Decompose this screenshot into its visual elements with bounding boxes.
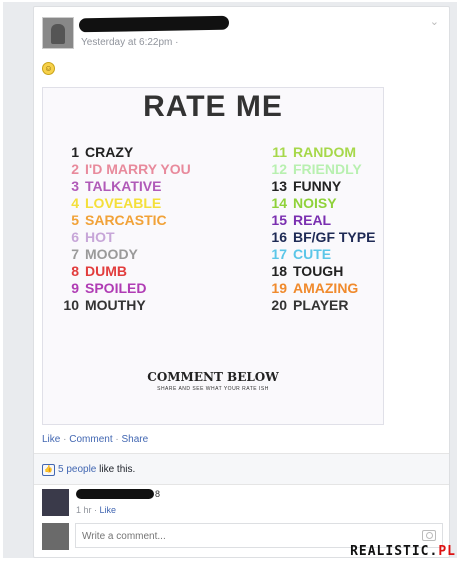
- comment-below-text: COMMENT BELOW: [147, 370, 279, 384]
- share-link[interactable]: Share: [122, 434, 149, 445]
- rating-number: 1: [71, 144, 79, 160]
- likes-suffix: like this.: [96, 464, 136, 475]
- post-card: Yesterday at 6:22pm · ⌄ ☺ RATE ME 1 CRAZY…: [33, 6, 450, 558]
- rating-label: NOISY: [293, 195, 337, 211]
- rating-number: 4: [71, 195, 79, 211]
- rating-item: 2 I'D MARRY YOU: [55, 161, 191, 178]
- watermark-main: REALISTIC.: [350, 544, 439, 559]
- rating-label: FUNNY: [293, 178, 342, 194]
- camera-icon[interactable]: [422, 530, 436, 541]
- likes-count-link[interactable]: 5 people: [58, 464, 96, 475]
- rating-number: 20: [271, 297, 287, 313]
- rating-label: SPOILED: [85, 280, 147, 296]
- rating-number: 14: [271, 195, 287, 211]
- rating-label: CUTE: [293, 246, 332, 262]
- post-timestamp[interactable]: Yesterday at 6:22pm ·: [81, 37, 178, 48]
- post-actions: Like · Comment · Share: [42, 434, 148, 445]
- rating-label: I'D MARRY YOU: [85, 161, 191, 177]
- rating-item: 11 RANDOM: [263, 144, 375, 161]
- rating-number: 19: [271, 280, 287, 296]
- rating-item: 15 REAL: [263, 212, 375, 229]
- smiley-emoji-icon: ☺: [42, 62, 55, 75]
- rating-item: 19 AMAZING: [263, 280, 375, 297]
- comment-like-link[interactable]: Like: [100, 505, 117, 515]
- rating-label: DUMB: [85, 263, 127, 279]
- rating-number: 3: [71, 178, 79, 194]
- rating-number: 17: [271, 246, 287, 262]
- rating-number: 5: [71, 212, 79, 228]
- watermark-tld: PL: [438, 544, 456, 559]
- rating-item: 4 LOVEABLE: [55, 195, 191, 212]
- rating-item: 16 BF/GF TYPE: [263, 229, 375, 246]
- rating-item: 5 SARCASTIC: [55, 212, 191, 229]
- redacted-poster-name: [78, 15, 230, 33]
- rating-number: 12: [271, 161, 287, 177]
- comment-below-subtext: SHARE AND SEE WHAT YOUR RATE ISH: [157, 386, 269, 392]
- rating-label: BF/GF TYPE: [293, 229, 376, 245]
- comment-link[interactable]: Comment: [69, 434, 112, 445]
- comment-age: 1 hr ·: [76, 505, 100, 515]
- comment-text: 8: [155, 489, 161, 499]
- rating-label: SARCASTIC: [85, 212, 167, 228]
- commenter-avatar[interactable]: [42, 489, 69, 516]
- post-image[interactable]: RATE ME 1 CRAZY 2 I'D MARRY YOU 3 TALKATIVE 4 L…: [42, 87, 384, 425]
- rating-list-left: 1 CRAZY 2 I'D MARRY YOU 3 TALKATIVE 4 LOVEABLE 5…: [55, 144, 191, 314]
- rating-number: 11: [272, 144, 287, 160]
- rating-item: 12 FRIENDLY: [263, 161, 375, 178]
- rating-number: 10: [63, 297, 79, 313]
- rating-label: PLAYER: [293, 297, 349, 313]
- rating-item: 6 HOT: [55, 229, 191, 246]
- rating-item: 20 PLAYER: [263, 297, 375, 314]
- separator: ·: [60, 434, 70, 445]
- rating-label: FRIENDLY: [293, 161, 362, 177]
- rating-number: 15: [271, 212, 287, 228]
- rating-item: 10 MOUTHY: [55, 297, 191, 314]
- rating-list-right: 11 RANDOM 12 FRIENDLY 13 FUNNY 14 NOISY 15 REAL 16…: [263, 144, 375, 314]
- rating-item: 3 TALKATIVE: [55, 178, 191, 195]
- rating-number: 18: [271, 263, 287, 279]
- chevron-down-icon[interactable]: ⌄: [430, 15, 439, 28]
- rating-label: CRAZY: [85, 144, 134, 160]
- rating-label: MOODY: [85, 246, 138, 262]
- watermark: REALISTIC.PL: [350, 544, 456, 559]
- rating-number: 13: [271, 178, 287, 194]
- rating-number: 2: [71, 161, 79, 177]
- rating-number: 16: [271, 229, 287, 245]
- rating-number: 7: [71, 246, 79, 262]
- poster-avatar[interactable]: [42, 17, 74, 49]
- rating-number: 8: [71, 263, 79, 279]
- rating-label: TOUGH: [293, 263, 344, 279]
- rating-item: 14 NOISY: [263, 195, 375, 212]
- feed-background: Yesterday at 6:22pm · ⌄ ☺ RATE ME 1 CRAZY…: [3, 2, 457, 558]
- rating-number: 9: [71, 280, 79, 296]
- rating-item: 8 DUMB: [55, 263, 191, 280]
- rating-label: AMAZING: [293, 280, 359, 296]
- rating-item: 18 TOUGH: [263, 263, 375, 280]
- rating-label: HOT: [85, 229, 115, 245]
- likes-summary: 5 people like this.: [58, 464, 135, 475]
- rating-item: 7 MOODY: [55, 246, 191, 263]
- rating-label: REAL: [293, 212, 332, 228]
- rating-item: 1 CRAZY: [55, 144, 191, 161]
- rating-item: 9 SPOILED: [55, 280, 191, 297]
- likes-bar: 👍 5 people like this.: [34, 453, 449, 485]
- image-title: RATE ME: [143, 90, 283, 123]
- rating-item: 13 FUNNY: [263, 178, 375, 195]
- rating-label: MOUTHY: [85, 297, 146, 313]
- rating-label: RANDOM: [293, 144, 356, 160]
- like-link[interactable]: Like: [42, 434, 60, 445]
- rating-label: LOVEABLE: [85, 195, 162, 211]
- current-user-avatar: [42, 523, 69, 550]
- rating-item: 17 CUTE: [263, 246, 375, 263]
- comment-meta: 1 hr · Like: [76, 505, 116, 515]
- rating-label: TALKATIVE: [85, 178, 162, 194]
- thumbs-up-icon: 👍: [42, 464, 55, 476]
- rating-number: 6: [71, 229, 79, 245]
- separator: ·: [112, 434, 122, 445]
- redacted-commenter-name: [76, 489, 154, 499]
